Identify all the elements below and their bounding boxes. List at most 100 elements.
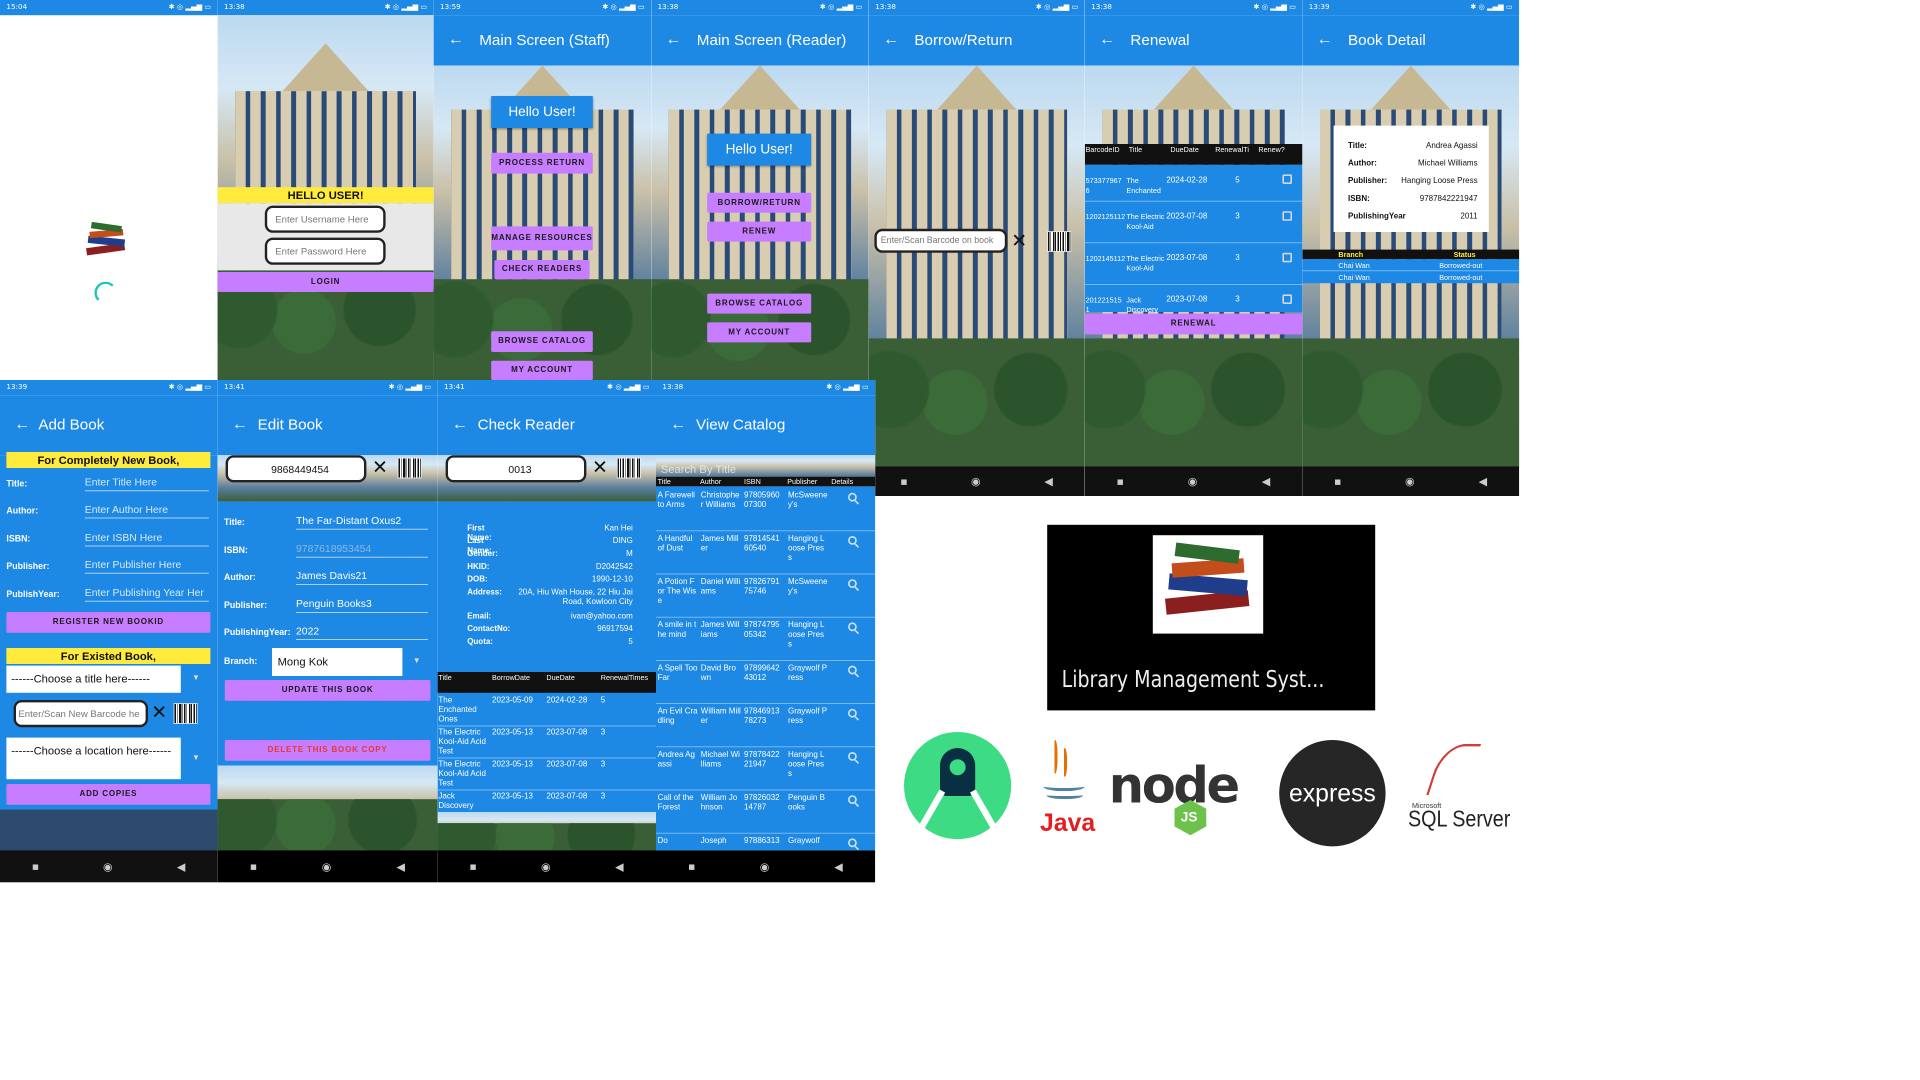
home-icon[interactable]: ◉ bbox=[1405, 474, 1415, 488]
home-icon[interactable]: ◉ bbox=[322, 860, 332, 874]
screen-title: Check Reader bbox=[477, 416, 575, 434]
home-icon[interactable]: ◉ bbox=[1188, 474, 1198, 488]
home-icon[interactable]: ◉ bbox=[760, 860, 770, 874]
details-search-icon[interactable] bbox=[848, 708, 857, 718]
details-search-icon[interactable] bbox=[848, 579, 857, 588]
back-arrow-icon[interactable]: ← bbox=[883, 31, 899, 47]
renew-button[interactable]: RENEW bbox=[707, 221, 812, 242]
back-icon[interactable]: ◀ bbox=[1044, 474, 1053, 488]
recents-icon[interactable]: ■ bbox=[32, 860, 39, 873]
password-field[interactable]: Enter Password Here bbox=[264, 237, 386, 265]
dropdown-arrow-icon[interactable]: ▼ bbox=[413, 657, 421, 666]
register-new-bookid-button[interactable]: REGISTER NEW BOOKID bbox=[6, 612, 211, 633]
back-icon[interactable]: ◀ bbox=[834, 860, 843, 874]
back-arrow-icon[interactable]: ← bbox=[1099, 31, 1115, 47]
dropdown-arrow-icon[interactable]: ▼ bbox=[192, 754, 200, 763]
col-duedate: DueDate bbox=[1170, 145, 1199, 154]
back-icon[interactable]: ◀ bbox=[1479, 474, 1488, 488]
recents-icon[interactable]: ■ bbox=[688, 860, 695, 873]
author-field[interactable]: James Davis21 bbox=[296, 570, 428, 585]
details-search-icon[interactable] bbox=[848, 622, 857, 632]
status-bar: 13:41 ✱ ◎ ▂▄▆ ▭ bbox=[217, 380, 438, 396]
details-search-icon[interactable] bbox=[848, 752, 857, 761]
renew-checkbox[interactable] bbox=[1282, 174, 1292, 184]
back-arrow-icon[interactable]: ← bbox=[14, 416, 30, 432]
manage-resources-button[interactable]: MANAGE RESOURCES bbox=[491, 226, 593, 251]
title-dropdown[interactable]: ------Choose a title here------ bbox=[6, 665, 181, 693]
nodejs-logo: node JS bbox=[1109, 748, 1269, 844]
back-arrow-icon[interactable]: ← bbox=[452, 416, 468, 432]
check-readers-button[interactable]: CHECK READERS bbox=[494, 260, 590, 280]
recents-icon[interactable]: ■ bbox=[1334, 475, 1341, 488]
clear-icon[interactable]: ✕ bbox=[151, 703, 167, 722]
back-icon[interactable]: ◀ bbox=[396, 860, 405, 874]
barcode-scan-icon[interactable] bbox=[397, 457, 422, 479]
publishingyear-field[interactable]: 2022 bbox=[296, 625, 428, 640]
publisher-field[interactable]: Enter Publisher Here bbox=[84, 558, 209, 574]
my-account-button[interactable]: MY ACCOUNT bbox=[707, 322, 812, 343]
new-barcode-input[interactable]: Enter/Scan New Barcode he bbox=[13, 700, 148, 728]
back-arrow-icon[interactable]: ← bbox=[1317, 31, 1333, 47]
hello-banner: HELLO USER! bbox=[217, 187, 434, 204]
renew-checkbox[interactable] bbox=[1282, 252, 1292, 263]
back-arrow-icon[interactable]: ← bbox=[670, 416, 686, 432]
loan-cell-r: 5 bbox=[600, 696, 606, 705]
my-account-button[interactable]: MY ACCOUNT bbox=[491, 360, 593, 380]
isbn-field[interactable]: Enter ISBN Here bbox=[84, 531, 209, 547]
back-arrow-icon[interactable]: ← bbox=[448, 31, 464, 47]
back-icon[interactable]: ◀ bbox=[615, 860, 624, 874]
title-field[interactable]: Enter Title Here bbox=[84, 476, 209, 492]
borrow-return-screen: 13:38 ✱ ◎ ▂▄▆ ▭ ← Borrow/Return Enter/Scan… bbox=[868, 0, 1085, 496]
borrow-return-button[interactable]: BORROW/RETURN bbox=[707, 192, 812, 213]
author-field[interactable]: Enter Author Here bbox=[84, 503, 209, 519]
dropdown-arrow-icon[interactable]: ▼ bbox=[192, 674, 200, 683]
home-icon[interactable]: ◉ bbox=[103, 860, 113, 874]
back-arrow-icon[interactable]: ← bbox=[666, 31, 682, 47]
reader-id-input[interactable]: 0013 bbox=[445, 455, 587, 483]
barcode-scan-icon[interactable] bbox=[1047, 231, 1072, 252]
process-return-button[interactable]: PROCESS RETURN bbox=[491, 152, 593, 174]
recents-icon[interactable]: ■ bbox=[901, 475, 908, 488]
details-search-icon[interactable] bbox=[848, 536, 857, 545]
barcode-input[interactable]: 9868449454 bbox=[225, 455, 367, 483]
back-icon[interactable]: ◀ bbox=[177, 860, 186, 874]
clear-icon[interactable]: ✕ bbox=[372, 458, 388, 477]
browse-catalog-button[interactable]: BROWSE CATALOG bbox=[707, 293, 812, 314]
add-copies-button[interactable]: ADD COPIES bbox=[6, 784, 211, 805]
details-search-icon[interactable] bbox=[848, 795, 857, 804]
login-button[interactable]: LOGIN bbox=[217, 272, 434, 292]
location-dropdown[interactable]: ------Choose a location here------ bbox=[6, 737, 181, 780]
home-icon[interactable]: ◉ bbox=[971, 474, 981, 488]
delete-book-copy-button[interactable]: DELETE THIS BOOK COPY bbox=[224, 740, 431, 761]
update-book-button[interactable]: UPDATE THIS BOOK bbox=[224, 680, 431, 701]
renew-checkbox[interactable] bbox=[1282, 211, 1292, 221]
row-status: Borrowed-out bbox=[1439, 273, 1483, 282]
recents-icon[interactable]: ■ bbox=[250, 860, 257, 873]
recents-icon[interactable]: ■ bbox=[470, 860, 477, 873]
browse-catalog-button[interactable]: BROWSE CATALOG bbox=[491, 331, 593, 352]
screen-title: Add Book bbox=[38, 416, 105, 434]
home-icon[interactable]: ◉ bbox=[541, 860, 551, 874]
back-arrow-icon[interactable]: ← bbox=[232, 416, 248, 432]
renewal-button[interactable]: RENEWAL bbox=[1084, 313, 1303, 335]
details-search-icon[interactable] bbox=[848, 492, 857, 502]
barcode-input[interactable]: Enter/Scan Barcode on book bbox=[874, 228, 1008, 253]
clear-icon[interactable]: ✕ bbox=[592, 458, 608, 477]
username-field[interactable]: Enter Username Here bbox=[264, 205, 386, 233]
clear-icon[interactable]: ✕ bbox=[1011, 232, 1027, 251]
publisher-field[interactable]: Penguin Books3 bbox=[296, 598, 428, 613]
publishyear-field[interactable]: Enter Publishing Year Her bbox=[84, 586, 209, 602]
java-label: Java bbox=[1040, 808, 1096, 837]
title-field[interactable]: The Far-Distant Oxus2 bbox=[296, 514, 428, 530]
col-details: Details bbox=[831, 477, 854, 486]
barcode-scan-icon[interactable] bbox=[616, 457, 641, 479]
details-search-icon[interactable] bbox=[848, 665, 857, 675]
barcode-scan-icon[interactable] bbox=[173, 703, 198, 724]
recents-icon[interactable]: ■ bbox=[1117, 475, 1124, 488]
reader-field-value: DING bbox=[612, 536, 633, 546]
status-time: 13:38 bbox=[875, 3, 896, 12]
details-search-icon[interactable] bbox=[848, 838, 857, 848]
renew-checkbox[interactable] bbox=[1282, 294, 1292, 304]
back-icon[interactable]: ◀ bbox=[1262, 474, 1271, 488]
branch-dropdown[interactable]: Mong Kok bbox=[272, 648, 403, 676]
